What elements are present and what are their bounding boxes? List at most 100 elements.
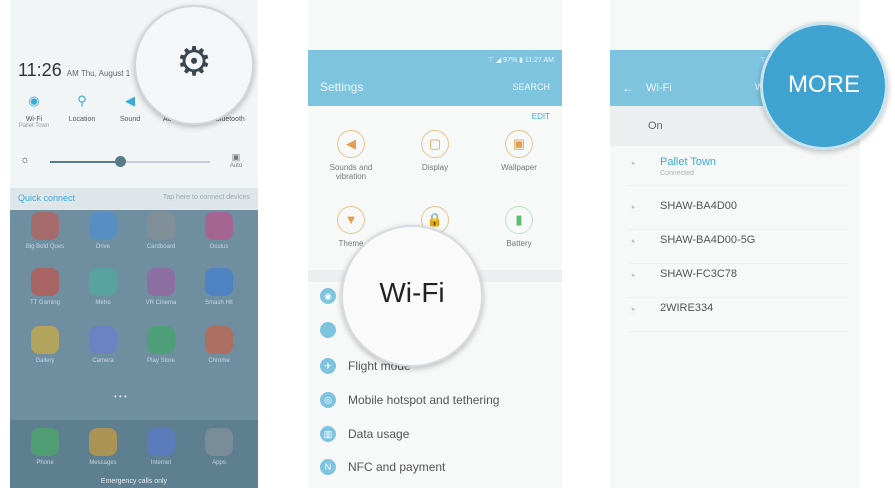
app-icon[interactable]: Play Store <box>138 326 184 364</box>
app-glyph-icon <box>89 268 117 296</box>
network-status: Connected <box>660 170 694 177</box>
edit-button[interactable]: EDIT <box>532 112 550 121</box>
clock: 11:26 AM Thu, August 1 <box>18 60 130 81</box>
app-glyph-icon <box>89 212 117 240</box>
app-label: Drive <box>95 244 110 250</box>
search-button[interactable]: SEARCH <box>512 82 550 92</box>
network-name: SHAW-FC3C78 <box>660 268 738 280</box>
app-glyph-icon <box>147 326 175 354</box>
network-name: 2WIRE334 <box>660 302 714 314</box>
app-icon[interactable]: Oculus <box>196 212 242 250</box>
app-icon[interactable]: Smash Hit <box>196 268 242 306</box>
auto-icon: ▣ <box>231 152 241 162</box>
row-nfc[interactable]: N NFC and payment <box>320 453 445 481</box>
more-button[interactable]: MORE <box>763 71 885 99</box>
settings-app-bar: ⊤ ◢ 97% ▮ 11:27 AM Settings SEARCH <box>308 50 562 106</box>
back-arrow-icon[interactable]: ← <box>622 81 634 95</box>
quick-connect-hint: Tap here to connect devices <box>162 194 250 201</box>
app-icon[interactable]: Chrome <box>196 326 242 364</box>
wifi-callout[interactable]: Wi-Fi <box>341 225 483 367</box>
app-glyph-icon <box>31 212 59 240</box>
network-item[interactable]: ◔ 2WIRE334 <box>628 298 848 332</box>
app-label: VR Cinema <box>145 300 177 306</box>
page-title: Settings <box>320 80 364 94</box>
sound-icon: ◀ <box>337 130 365 158</box>
more-callout[interactable]: MORE <box>760 22 888 150</box>
data-usage-icon: ▥ <box>320 426 336 442</box>
wifi-signal-icon: ◔ <box>628 234 636 249</box>
settings-gear-callout[interactable]: ⚙ <box>134 5 254 125</box>
app-icon[interactable]: Camera <box>80 326 126 364</box>
app-label: TT Gaming <box>30 300 60 306</box>
dock-label: Internet <box>150 460 172 466</box>
row-label: Mobile hotspot and tethering <box>348 393 500 407</box>
app-icon[interactable]: Metro <box>80 268 126 306</box>
dock-app[interactable]: Internet <box>138 428 184 466</box>
row-bluetooth[interactable] <box>320 316 348 344</box>
app-glyph-icon <box>89 326 117 354</box>
tile-display[interactable]: ▢ Display <box>400 130 470 172</box>
app-glyph-icon <box>205 268 233 296</box>
page-title: Wi-Fi <box>646 82 672 94</box>
dock-app[interactable]: Messages <box>80 428 126 466</box>
network-item[interactable]: ◔ SHAW-FC3C78 <box>628 264 848 298</box>
hotspot-icon: ◎ <box>320 392 336 408</box>
toggle-wifi[interactable]: ◉ Wi-Fi Pallet Town <box>10 92 58 129</box>
wifi-icon: ◉ <box>320 288 336 304</box>
row-label: NFC and payment <box>348 460 446 474</box>
on-label: On <box>648 120 663 132</box>
network-item[interactable]: ◔ SHAW-BA4D00-5G <box>628 230 848 264</box>
tile-label: Display <box>421 163 449 172</box>
app-icon[interactable]: VR Cinema <box>138 268 184 306</box>
app-glyph-icon <box>205 212 233 240</box>
row-data-usage[interactable]: ▥ Data usage <box>320 420 409 448</box>
row-hotspot[interactable]: ◎ Mobile hotspot and tethering <box>320 386 499 414</box>
app-label: Oculus <box>209 244 229 250</box>
brightness-slider[interactable] <box>50 156 210 167</box>
app-icon[interactable]: Drive <box>80 212 126 250</box>
network-name: SHAW-BA4D00 <box>660 200 738 212</box>
display-icon: ▢ <box>421 130 449 158</box>
quick-connect-bar[interactable]: Quick connect Tap here to connect device… <box>10 188 258 210</box>
app-icon[interactable]: TT Gaming <box>22 268 68 306</box>
tile-label: Wallpaper <box>501 163 537 172</box>
toggle-location[interactable]: ⚲ Location <box>58 92 106 123</box>
dock-app[interactable]: Apps <box>196 428 242 466</box>
tile-battery[interactable]: ▮ Battery <box>484 206 554 248</box>
quick-connect-label: Quick connect <box>18 193 76 203</box>
app-glyph-icon <box>31 326 59 354</box>
tile-label: Battery <box>506 239 532 248</box>
tile-sounds[interactable]: ◀ Sounds and vibration <box>316 130 386 181</box>
sound-icon: ◀ <box>125 93 135 108</box>
settings-screen: ⊤ ◢ 97% ▮ 11:27 AM Settings SEARCH EDIT … <box>308 0 562 488</box>
wifi-signal-icon: ◔ <box>628 156 636 171</box>
toggle-sub: Pallet Town <box>18 123 50 129</box>
app-glyph-icon <box>205 326 233 354</box>
bluetooth-icon <box>320 322 336 338</box>
wifi-signal-icon: ◔ <box>628 200 636 215</box>
emergency-text: Emergency calls only <box>100 478 168 485</box>
network-name: SHAW-BA4D00-5G <box>660 234 756 246</box>
toggle-label: Wi-Fi <box>25 116 43 123</box>
app-label: Metro <box>95 300 111 306</box>
network-name: Pallet Town <box>660 156 717 168</box>
dock-app[interactable]: Phone <box>22 428 68 466</box>
network-item[interactable]: ◔ Pallet Town Connected <box>628 152 848 186</box>
wifi-signal-icon: ◔ <box>628 302 636 317</box>
gear-icon: ⚙ <box>176 40 212 84</box>
app-label: Cardboard <box>146 244 176 250</box>
wifi-icon: ◉ <box>28 93 40 108</box>
wifi-signal-icon: ◔ <box>628 268 636 283</box>
tile-wallpaper[interactable]: ▣ Wallpaper <box>484 130 554 172</box>
app-icon[interactable]: Big Bold Ques <box>22 212 68 250</box>
app-icon[interactable]: Gallery <box>22 326 68 364</box>
status-bar: ⊤ ◢ 97% ▮ 11:27 AM <box>487 57 554 64</box>
dock-label: Phone <box>36 460 54 466</box>
auto-brightness-toggle[interactable]: ▣ Auto <box>222 152 250 169</box>
dock-label: Messages <box>89 460 117 466</box>
network-item[interactable]: ◔ SHAW-BA4D00 <box>628 196 848 230</box>
brightness-fill <box>50 161 121 163</box>
auto-label: Auto <box>229 163 243 169</box>
app-icon[interactable]: Cardboard <box>138 212 184 250</box>
brightness-knob[interactable] <box>115 156 127 167</box>
